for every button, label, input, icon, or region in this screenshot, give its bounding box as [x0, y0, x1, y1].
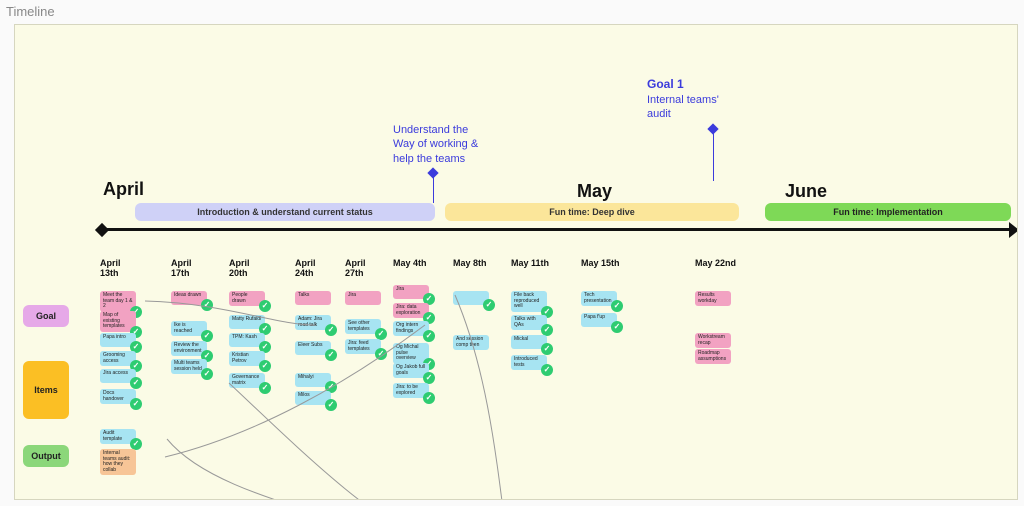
timeline-card[interactable]: Docs handover✓	[100, 389, 136, 404]
timeline-card[interactable]: Audit template✓	[100, 429, 136, 444]
timeline-board[interactable]: Understand the Way of working & help the…	[14, 24, 1018, 500]
timeline-card[interactable]: Jira✓	[393, 285, 429, 299]
timeline-card[interactable]: ✓	[453, 291, 489, 305]
check-icon: ✓	[423, 330, 435, 342]
timeline-card[interactable]: Mihalyi✓	[295, 373, 331, 387]
timeline-card[interactable]: Governance matrix✓	[229, 373, 265, 388]
date-header: April 27th	[345, 259, 387, 279]
date-header: May 4th	[393, 259, 435, 269]
check-icon: ✓	[325, 349, 337, 361]
timeline-card[interactable]: Papa f'up✓	[581, 313, 617, 327]
date-header: May 8th	[453, 259, 495, 269]
timeline-card[interactable]: Review the environment✓	[171, 341, 207, 356]
timeline-card[interactable]: Mickal✓	[511, 335, 547, 349]
timeline-card[interactable]: Map of existing templates✓	[100, 311, 136, 332]
timeline-card[interactable]: TPM: Kash✓	[229, 333, 265, 347]
marker-text: Understand the Way of working & help the…	[393, 123, 513, 166]
timeline-card[interactable]: Talks with QAs✓	[511, 315, 547, 330]
timeline-card[interactable]: Multi teams session held✓	[171, 359, 207, 374]
marker-title: Goal 1	[647, 77, 777, 93]
milestone-marker-2: Goal 1 Internal teams' audit	[647, 77, 777, 121]
timeline-card[interactable]: Kristian Petrov✓	[229, 351, 265, 366]
timeline-card[interactable]: Roadmap assumptions	[695, 349, 731, 364]
month-label-june: June	[785, 181, 827, 202]
axis-arrow-icon	[1009, 222, 1018, 238]
month-label-april: April	[103, 179, 144, 200]
date-header: May 11th	[511, 259, 553, 269]
timeline-card[interactable]: Og Jakob full goals✓	[393, 363, 429, 378]
legend-items: Items	[23, 361, 69, 419]
phase-bar-deepdive: Fun time: Deep dive	[445, 203, 739, 221]
check-icon: ✓	[201, 299, 213, 311]
check-icon: ✓	[611, 300, 623, 312]
timeline-card[interactable]: Jira: data exploration✓	[393, 303, 429, 318]
check-icon: ✓	[541, 343, 553, 355]
timeline-card[interactable]: Tech presentation✓	[581, 291, 617, 306]
app-frame: Timeline Understand the Way of working &…	[0, 0, 1024, 506]
legend-goal: Goal	[23, 305, 69, 327]
check-icon: ✓	[259, 382, 271, 394]
date-header: May 22nd	[695, 259, 737, 269]
date-header: April 20th	[229, 259, 271, 279]
timeline-card[interactable]: Papa intro✓	[100, 333, 136, 347]
timeline-card[interactable]: Ideas drawn✓	[171, 291, 207, 305]
check-icon: ✓	[130, 377, 142, 389]
timeline-card[interactable]: Talks	[295, 291, 331, 305]
timeline-card[interactable]: Ike is reached✓	[171, 321, 207, 336]
timeline-card[interactable]: Jira	[345, 291, 381, 305]
timeline-card[interactable]: Jira access✓	[100, 369, 136, 383]
legend-output: Output	[23, 445, 69, 467]
timeline-card[interactable]: Workstream recap	[695, 333, 731, 348]
check-icon: ✓	[483, 299, 495, 311]
check-icon: ✓	[611, 321, 623, 333]
timeline-card[interactable]: File back reproduced well✓	[511, 291, 547, 312]
timeline-card[interactable]: Matty Rufaldi✓	[229, 315, 265, 329]
check-icon: ✓	[130, 398, 142, 410]
timeline-card[interactable]: Jira: feed templates✓	[345, 339, 381, 354]
check-icon: ✓	[259, 360, 271, 372]
date-header: April 13th	[100, 259, 142, 279]
timeline-card[interactable]: Meet the team day 1 & 2✓	[100, 291, 136, 312]
timeline-card[interactable]: Introduced tests✓	[511, 355, 547, 370]
timeline-axis	[103, 228, 1011, 231]
timeline-card[interactable]: People drawn✓	[229, 291, 265, 306]
month-label-may: May	[577, 181, 612, 202]
timeline-card[interactable]: Org intern findings✓	[393, 321, 429, 336]
panel-title: Timeline	[6, 4, 55, 19]
timeline-card[interactable]: See other templates✓	[345, 319, 381, 334]
timeline-card[interactable]: Og Michal pulse overview✓	[393, 343, 429, 364]
timeline-card[interactable]: Eleer Subs✓	[295, 341, 331, 355]
timeline-card[interactable]: Results workday	[695, 291, 731, 306]
check-icon: ✓	[201, 368, 213, 380]
marker-subtext: Internal teams' audit	[647, 93, 777, 122]
timeline-card[interactable]: Grooming access✓	[100, 351, 136, 366]
timeline-card[interactable]: Adam: Jira road talk✓	[295, 315, 331, 330]
date-header: April 24th	[295, 259, 337, 279]
milestone-marker-1: Understand the Way of working & help the…	[393, 123, 513, 166]
check-icon: ✓	[541, 364, 553, 376]
timeline-card[interactable]: Milos✓	[295, 391, 331, 405]
check-icon: ✓	[325, 324, 337, 336]
phase-bar-intro: Introduction & understand current status	[135, 203, 435, 221]
date-header: April 17th	[171, 259, 213, 279]
check-icon: ✓	[325, 399, 337, 411]
timeline-card[interactable]: Internal teams audit: how they collab	[100, 449, 136, 475]
date-header: May 15th	[581, 259, 623, 269]
timeline-card[interactable]: Jira: to be explored✓	[393, 383, 429, 398]
check-icon: ✓	[375, 348, 387, 360]
check-icon: ✓	[259, 300, 271, 312]
check-icon: ✓	[423, 392, 435, 404]
phase-bar-implementation: Fun time: Implementation	[765, 203, 1011, 221]
timeline-card[interactable]: And session comp then	[453, 335, 489, 350]
